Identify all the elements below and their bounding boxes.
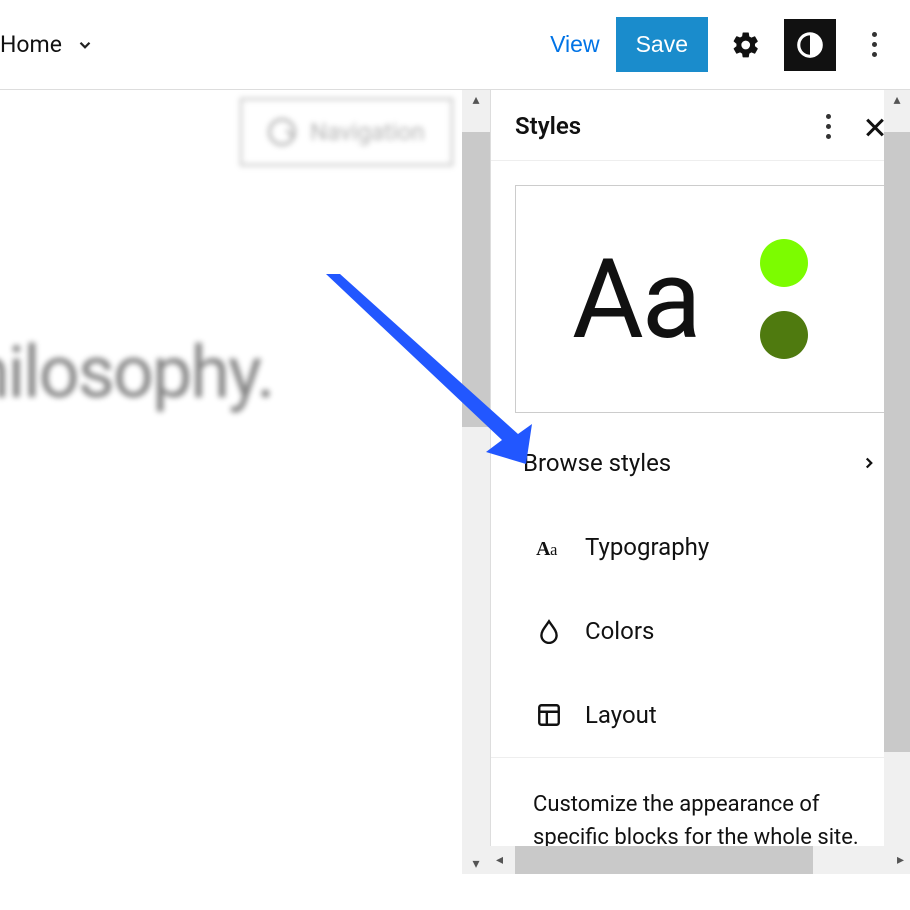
kebab-icon: [872, 32, 877, 57]
navigation-block: Navigation: [240, 98, 453, 166]
layout-row[interactable]: Layout: [515, 673, 886, 757]
editor-canvas[interactable]: Navigation hilosophy.: [0, 90, 490, 874]
home-label: Home: [0, 31, 62, 58]
scroll-right-icon: ▸: [891, 852, 910, 868]
scrollbar-thumb[interactable]: [884, 132, 910, 752]
typography-row[interactable]: Aa Typography: [515, 505, 886, 589]
more-options-button[interactable]: [848, 19, 900, 71]
styles-menu: Browse styles Aa Typography Colors: [491, 413, 910, 757]
top-toolbar: Home View Save: [0, 0, 910, 90]
scrollbar-thumb[interactable]: [515, 846, 813, 874]
settings-button[interactable]: [720, 19, 772, 71]
panel-scrollbar[interactable]: ▴ ▾: [884, 90, 910, 874]
scroll-up-icon: ▴: [472, 90, 479, 110]
chevron-down-icon: [76, 36, 94, 54]
compass-icon: [268, 118, 296, 146]
breadcrumb[interactable]: Home: [0, 31, 94, 58]
view-button[interactable]: View: [546, 23, 603, 66]
browse-styles-label: Browse styles: [523, 449, 671, 477]
layout-label: Layout: [585, 701, 657, 729]
preview-sample-text: Aa: [572, 235, 700, 364]
panel-title: Styles: [515, 112, 581, 140]
typography-icon: Aa: [535, 533, 563, 561]
scroll-up-icon: ▴: [893, 90, 900, 110]
half-circle-icon: [795, 30, 825, 60]
chevron-right-icon: [860, 454, 878, 472]
panel-hscrollbar[interactable]: ◂ ▸: [490, 846, 910, 874]
panel-more-button[interactable]: [816, 114, 840, 138]
layout-icon: [535, 701, 563, 729]
headline-text: hilosophy.: [0, 330, 273, 415]
typography-label: Typography: [585, 533, 709, 561]
swatch-secondary: [760, 311, 808, 359]
scroll-down-icon: ▾: [472, 854, 479, 874]
drop-icon: [535, 617, 563, 645]
browse-styles-row[interactable]: Browse styles: [515, 421, 886, 505]
colors-label: Colors: [585, 617, 654, 645]
panel-header: Styles: [491, 90, 910, 161]
svg-text:a: a: [550, 540, 558, 559]
scroll-left-icon: ◂: [490, 852, 509, 868]
scrollbar-thumb[interactable]: [462, 132, 490, 427]
styles-panel: Styles Aa Browse styles: [490, 90, 910, 874]
canvas-scrollbar[interactable]: ▴ ▾: [462, 90, 490, 874]
kebab-icon: [826, 114, 831, 139]
navigation-label: Navigation: [310, 118, 425, 146]
close-panel-button[interactable]: [864, 115, 886, 137]
gear-icon: [731, 30, 761, 60]
styles-toggle-button[interactable]: [784, 19, 836, 71]
svg-text:A: A: [536, 538, 551, 560]
colors-row[interactable]: Colors: [515, 589, 886, 673]
swatch-primary: [760, 239, 808, 287]
save-button[interactable]: Save: [616, 17, 708, 72]
style-preview: Aa: [515, 185, 910, 413]
